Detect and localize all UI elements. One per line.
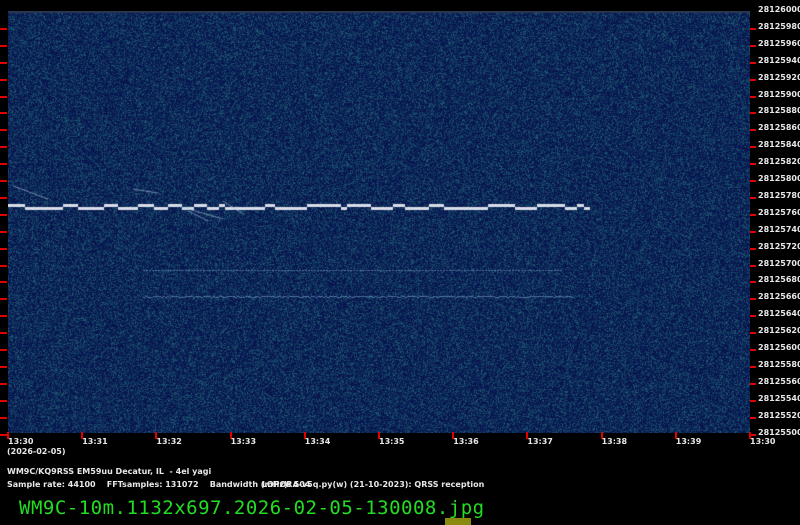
y-tick-label: 28125800 [758, 174, 800, 184]
y-tick-label: 28125580 [758, 360, 800, 370]
y-tick [750, 112, 756, 114]
y-tick [750, 383, 756, 385]
y-tick-label: 28125960 [758, 39, 800, 49]
y-tick-left [0, 146, 7, 148]
y-tick-label: 28125920 [758, 73, 800, 83]
x-tick-label: 13:38 [602, 437, 627, 447]
x-tick-label: 13:32 [156, 437, 181, 447]
y-tick-label: 28125660 [758, 292, 800, 302]
y-tick-left [0, 197, 7, 199]
x-tick-label: 13:36 [453, 437, 478, 447]
y-tick-label: 28125940 [758, 56, 800, 66]
y-tick-left [0, 28, 7, 30]
y-tick-left [0, 400, 7, 402]
y-tick [750, 417, 756, 419]
y-tick [750, 79, 756, 81]
y-tick-label: 28125540 [758, 394, 800, 404]
y-tick-left [0, 248, 7, 250]
y-tick-left [0, 315, 7, 317]
y-tick [750, 315, 756, 317]
software-info: LOPORA-v5q.py(w) (21-10-2023): QRSS rece… [262, 480, 484, 490]
y-tick-left [0, 417, 7, 419]
x-tick-label: 13:30 [8, 437, 33, 447]
y-tick-left [0, 214, 7, 216]
y-tick-label: 28125840 [758, 140, 800, 150]
y-tick-left [0, 434, 7, 436]
x-tick-label: 13:30 [750, 437, 775, 447]
waterfall-spectrogram [8, 11, 750, 433]
y-tick-label: 28125640 [758, 309, 800, 319]
x-tick-label: 13:35 [379, 437, 404, 447]
y-tick-left [0, 45, 7, 47]
y-tick-label: 28125620 [758, 326, 800, 336]
y-tick-left [0, 62, 7, 64]
y-tick [750, 366, 756, 368]
y-tick [750, 214, 756, 216]
y-tick [750, 146, 756, 148]
y-tick-label: 28125760 [758, 208, 800, 218]
y-tick [750, 281, 756, 283]
y-tick-label: 28125520 [758, 411, 800, 421]
y-tick-label: 28126000 [758, 5, 800, 15]
y-tick [750, 28, 756, 30]
y-tick-label: 28125820 [758, 157, 800, 167]
x-tick-label: 13:39 [676, 437, 701, 447]
y-tick-left [0, 383, 7, 385]
y-tick [750, 163, 756, 165]
y-tick-label: 28125600 [758, 343, 800, 353]
y-tick [750, 129, 756, 131]
y-tick-left [0, 366, 7, 368]
y-tick-label: 28125860 [758, 123, 800, 133]
y-tick-label: 28125900 [758, 90, 800, 100]
y-tick-left [0, 112, 7, 114]
y-tick-left [0, 265, 7, 267]
y-tick-label: 28125740 [758, 225, 800, 235]
glitch-artifact [445, 518, 471, 525]
y-tick [750, 180, 756, 182]
y-tick-label: 28125680 [758, 275, 800, 285]
y-tick [750, 349, 756, 351]
y-tick [750, 197, 756, 199]
filename-caption: WM9C-10m.1132x697.2026-02-05-130008.jpg [19, 497, 485, 519]
y-tick [750, 332, 756, 334]
y-tick-label: 28125780 [758, 191, 800, 201]
y-tick-left [0, 129, 7, 131]
y-tick [750, 96, 756, 98]
y-tick-label: 28125560 [758, 377, 800, 387]
y-tick-label: 28125880 [758, 106, 800, 116]
x-tick-label: 13:37 [527, 437, 552, 447]
y-tick-label: 28125720 [758, 242, 800, 252]
y-tick-left [0, 298, 7, 300]
y-tick-left [0, 96, 7, 98]
y-tick-left [0, 281, 7, 283]
x-tick-label: 13:34 [305, 437, 330, 447]
y-tick [750, 231, 756, 233]
y-tick-left [0, 79, 7, 81]
y-tick-left [0, 332, 7, 334]
y-tick [750, 248, 756, 250]
y-tick-left [0, 349, 7, 351]
y-tick [750, 62, 756, 64]
date-label: (2026-02-05) [7, 447, 65, 457]
y-tick-left [0, 180, 7, 182]
station-info: WM9C/KQ9RSS EM59uu Decatur, IL - 4el yag… [7, 467, 211, 477]
y-tick-label: 28125500 [758, 428, 800, 438]
y-tick-label: 28125700 [758, 259, 800, 269]
x-tick-label: 13:31 [82, 437, 107, 447]
y-tick [750, 45, 756, 47]
x-tick-label: 13:33 [231, 437, 256, 447]
y-tick [750, 265, 756, 267]
y-tick [750, 298, 756, 300]
y-tick-label: 28125980 [758, 22, 800, 32]
y-tick [750, 400, 756, 402]
y-tick-left [0, 163, 7, 165]
y-tick-left [0, 231, 7, 233]
